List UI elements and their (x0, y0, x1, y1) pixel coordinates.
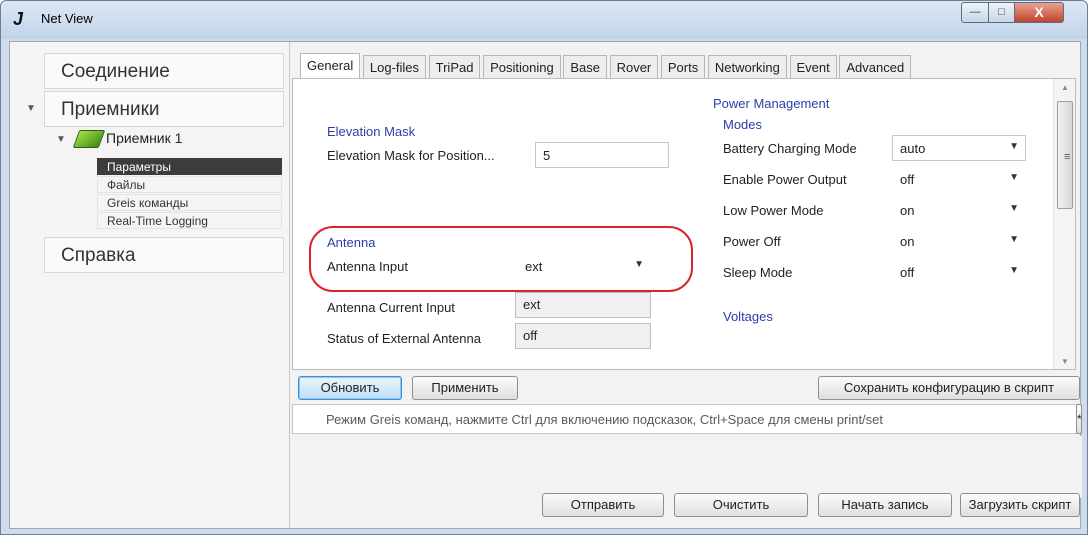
refresh-button[interactable]: Обновить (298, 376, 402, 400)
dropdown-arrow-icon: ▼ (1009, 234, 1019, 245)
nav-item-files[interactable]: Файлы (97, 176, 282, 193)
receiver-device-icon (72, 130, 106, 148)
expand-arrow-icon[interactable]: ▼ (26, 103, 36, 114)
modes-group-title: Modes (723, 117, 763, 132)
command-output-area (292, 436, 1082, 498)
app-logo-icon: J (13, 9, 24, 29)
minimize-button[interactable]: — (961, 2, 989, 23)
dropdown-arrow-icon: ▼ (1009, 141, 1019, 152)
external-antenna-status-label: Status of External Antenna (327, 331, 481, 346)
battery-charging-mode-label: Battery Charging Mode (723, 141, 857, 156)
battery-charging-mode-value: auto (900, 141, 926, 156)
scrollbar-thumb[interactable]: ≡ (1057, 101, 1073, 209)
load-script-button[interactable]: Загрузить скрипт (960, 493, 1080, 517)
nav-item-real-time-logging[interactable]: Real-Time Logging (97, 212, 282, 229)
close-button[interactable]: X (1014, 2, 1064, 23)
start-recording-button[interactable]: Начать запись (818, 493, 952, 517)
vertical-scrollbar[interactable]: ▲ ≡ ▼ (1053, 79, 1075, 369)
command-aux-button[interactable]: * (1076, 404, 1082, 434)
antenna-current-input-label: Antenna Current Input (327, 300, 455, 315)
battery-charging-mode-select[interactable]: auto ▼ (892, 135, 1026, 161)
antenna-input-select[interactable]: ext ▼ (517, 253, 651, 279)
elevation-mask-label: Elevation Mask for Position... (327, 148, 495, 163)
app-window: J Net View — □ X Соединение ▼ Приемники … (0, 0, 1088, 535)
nav-section-label: Приемники (61, 99, 160, 120)
power-off-select[interactable]: on ▼ (892, 228, 1026, 254)
nav-section-help[interactable]: Справка (44, 237, 284, 273)
scroll-up-arrow-icon[interactable]: ▲ (1061, 83, 1069, 92)
dropdown-arrow-icon: ▼ (1009, 172, 1019, 183)
elevation-mask-input[interactable]: 5 (535, 142, 669, 168)
dropdown-arrow-icon: ▼ (1009, 265, 1019, 276)
clear-button[interactable]: Очистить (674, 493, 808, 517)
client-area: Соединение ▼ Приемники ▼ Приемник 1 Пара… (9, 41, 1082, 529)
power-off-label: Power Off (723, 234, 781, 249)
low-power-mode-value: on (900, 203, 915, 218)
general-tab-panel: Elevation Mask Elevation Mask for Positi… (292, 78, 1076, 370)
antenna-current-input-field: ext (515, 292, 651, 318)
window-title: Net View (41, 11, 93, 26)
enable-power-output-label: Enable Power Output (723, 172, 847, 187)
nav-item-greis-commands[interactable]: Greis команды (97, 194, 282, 211)
maximize-button[interactable]: □ (988, 2, 1015, 23)
antenna-input-value: ext (525, 259, 543, 274)
save-config-script-button[interactable]: Сохранить конфигурацию в скрипт (818, 376, 1080, 400)
expand-arrow-icon[interactable]: ▼ (56, 134, 66, 145)
navigation-panel: Соединение ▼ Приемники ▼ Приемник 1 Пара… (10, 42, 290, 528)
enable-power-output-value: off (900, 172, 915, 187)
antenna-group-title: Antenna (327, 235, 376, 250)
greis-command-input[interactable]: Режим Greis команд, нажмите Ctrl для вкл… (292, 404, 1082, 434)
nav-section-receivers[interactable]: Приемники (44, 91, 284, 127)
dropdown-arrow-icon: ▼ (1009, 203, 1019, 214)
nav-section-label: Справка (61, 245, 136, 266)
enable-power-output-select[interactable]: off ▼ (892, 166, 1026, 192)
nav-section-connection[interactable]: Соединение (44, 53, 284, 89)
elevation-mask-group-title: Elevation Mask (327, 124, 416, 139)
sleep-mode-value: off (900, 265, 915, 280)
antenna-input-label: Antenna Input (327, 259, 408, 274)
sleep-mode-label: Sleep Mode (723, 265, 793, 280)
external-antenna-status-field: off (515, 323, 651, 349)
low-power-mode-label: Low Power Mode (723, 203, 824, 218)
scroll-grip-icon: ≡ (1064, 151, 1071, 163)
title-bar[interactable]: J Net View — □ X (1, 1, 1087, 39)
send-button[interactable]: Отправить (542, 493, 664, 517)
tab-strip: General Log-files TriPad Positioning Bas… (300, 52, 912, 82)
receiver-label: Приемник 1 (106, 130, 183, 146)
power-off-value: on (900, 234, 915, 249)
low-power-mode-select[interactable]: on ▼ (892, 197, 1026, 223)
voltages-group-title: Voltages (723, 309, 773, 324)
power-management-group-title: Power Management (713, 96, 830, 111)
apply-button[interactable]: Применить (412, 376, 518, 400)
sleep-mode-select[interactable]: off ▼ (892, 259, 1026, 285)
dropdown-arrow-icon: ▼ (634, 259, 644, 270)
nav-section-label: Соединение (61, 61, 170, 82)
nav-item-parameters[interactable]: Параметры (97, 158, 282, 175)
scroll-down-arrow-icon[interactable]: ▼ (1061, 357, 1069, 366)
